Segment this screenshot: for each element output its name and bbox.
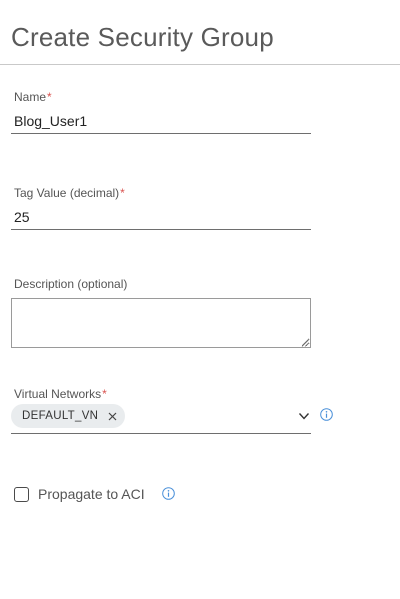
info-icon[interactable] bbox=[320, 408, 333, 421]
page-title: Create Security Group bbox=[11, 22, 274, 52]
required-marker: * bbox=[120, 186, 125, 200]
tag-value-label: Tag Value (decimal)* bbox=[14, 186, 125, 200]
propagate-to-aci-checkbox[interactable] bbox=[14, 486, 29, 502]
virtual-networks-select[interactable]: DEFAULT_VN bbox=[11, 402, 311, 434]
virtual-networks-label-text: Virtual Networks bbox=[14, 387, 102, 401]
info-icon[interactable] bbox=[162, 487, 175, 500]
description-label: Description (optional) bbox=[14, 277, 127, 291]
selected-chip: DEFAULT_VN bbox=[11, 404, 126, 428]
name-input[interactable] bbox=[11, 108, 311, 134]
required-marker: * bbox=[102, 387, 107, 401]
description-label-text: Description (optional) bbox=[14, 277, 128, 291]
virtual-networks-label: Virtual Networks* bbox=[14, 387, 107, 401]
create-security-group-panel: Create Security Group Name* Tag Value (d… bbox=[0, 0, 400, 599]
required-marker: * bbox=[47, 90, 52, 104]
chip-label: DEFAULT_VN bbox=[22, 410, 99, 422]
close-icon[interactable] bbox=[108, 412, 117, 421]
name-label-text: Name bbox=[14, 90, 47, 104]
tag-value-label-text: Tag Value (decimal) bbox=[14, 186, 120, 200]
propagate-to-aci-row: Propagate to ACI bbox=[14, 485, 145, 503]
chevron-down-icon[interactable] bbox=[298, 410, 310, 422]
tag-value-input[interactable] bbox=[11, 204, 311, 230]
propagate-to-aci-label[interactable]: Propagate to ACI bbox=[38, 486, 145, 502]
name-label: Name* bbox=[14, 90, 52, 104]
header-divider bbox=[0, 64, 400, 65]
description-textarea[interactable] bbox=[11, 298, 311, 348]
